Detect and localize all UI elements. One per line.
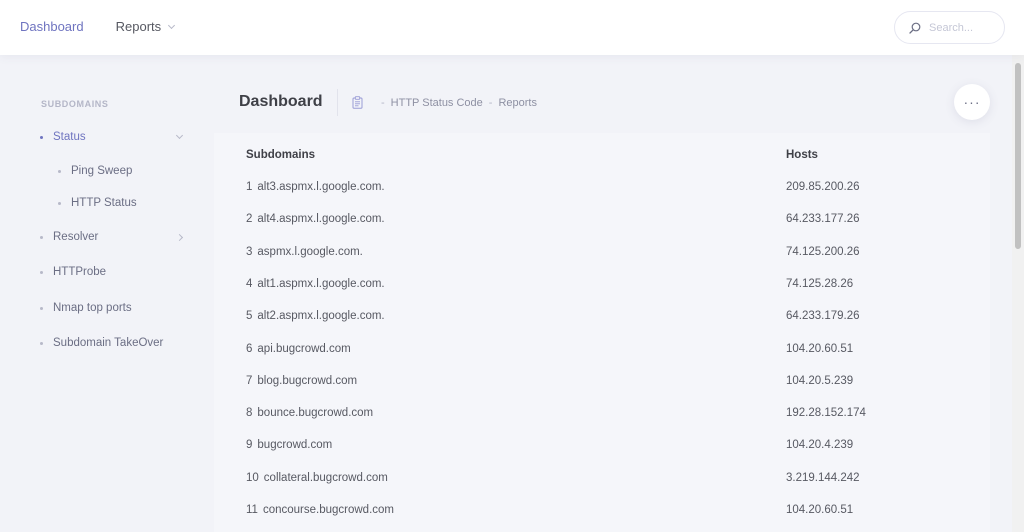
table-row: 9 bugcrowd.com 104.20.4.239 xyxy=(246,439,946,457)
bullet-icon xyxy=(40,270,43,274)
top-header: Dashboard Reports xyxy=(0,0,1024,55)
sidebar-item-status[interactable]: Status xyxy=(40,131,190,143)
page-scrollbar[interactable] xyxy=(1012,55,1024,532)
bullet-icon xyxy=(58,169,61,173)
row-index: 8 xyxy=(246,407,253,419)
row-index: 4 xyxy=(246,278,253,290)
sidebar-section-title: SUBDOMAINS xyxy=(41,99,109,109)
chevron-down-icon xyxy=(168,21,176,29)
sidebar-item-subdomain-takeover[interactable]: Subdomain TakeOver xyxy=(40,337,190,349)
table-row: 10 collateral.bugcrowd.com 3.219.144.242 xyxy=(246,472,946,490)
search-icon xyxy=(909,22,921,34)
host-cell: 64.233.179.26 xyxy=(786,310,860,322)
bullet-icon xyxy=(40,306,43,310)
table-row: 4 alt1.aspmx.l.google.com. 74.125.28.26 xyxy=(246,278,946,296)
subdomain-cell: api.bugcrowd.com xyxy=(257,343,351,355)
table-row: 5 alt2.aspmx.l.google.com. 64.233.179.26 xyxy=(246,310,946,328)
search-box[interactable] xyxy=(894,11,1005,44)
sidebar-item-label: Subdomain TakeOver xyxy=(53,337,164,349)
breadcrumb: - HTTP Status Code - Reports xyxy=(352,96,537,109)
subdomain-cell: blog.bugcrowd.com xyxy=(257,375,358,387)
breadcrumb-link-http-status-code[interactable]: HTTP Status Code xyxy=(391,97,483,109)
subdomain-cell: aspmx.l.google.com. xyxy=(257,246,363,258)
column-header-subdomains: Subdomains xyxy=(246,149,316,161)
host-cell: 74.125.28.26 xyxy=(786,278,854,290)
row-index: 3 xyxy=(246,246,253,258)
column-header-hosts: Hosts xyxy=(786,149,818,161)
subdomain-cell: bounce.bugcrowd.com xyxy=(257,407,374,419)
subdomain-cell: bugcrowd.com xyxy=(257,439,333,451)
table-row: 1 alt3.aspmx.l.google.com. 209.85.200.26 xyxy=(246,181,946,199)
sidebar-item-label: Ping Sweep xyxy=(71,165,133,177)
row-index: 10 xyxy=(246,472,259,484)
sidebar-item-label: Nmap top ports xyxy=(53,302,132,314)
host-cell: 74.125.200.26 xyxy=(786,246,860,258)
search-input[interactable] xyxy=(929,21,997,34)
subdomain-cell: alt1.aspmx.l.google.com. xyxy=(257,278,385,290)
subdomain-cell: collateral.bugcrowd.com xyxy=(263,472,388,484)
table-row: 6 api.bugcrowd.com 104.20.60.51 xyxy=(246,343,946,361)
row-index: 6 xyxy=(246,343,253,355)
host-cell: 3.219.144.242 xyxy=(786,472,860,484)
top-nav: Dashboard Reports xyxy=(20,19,206,34)
bullet-icon xyxy=(40,341,43,345)
sidebar-item-label: Resolver xyxy=(53,231,99,243)
sidebar-item-http-status[interactable]: HTTP Status xyxy=(58,197,208,209)
sidebar: SUBDOMAINS Status Ping Sweep HTTP Status… xyxy=(0,55,213,532)
table-row: 11 concourse.bugcrowd.com 104.20.60.51 xyxy=(246,504,946,522)
page-title: Dashboard xyxy=(239,93,323,110)
nav-dashboard[interactable]: Dashboard xyxy=(20,19,84,34)
bullet-icon xyxy=(40,135,43,139)
more-options-button[interactable]: ··· xyxy=(954,84,990,120)
subdomain-cell: alt2.aspmx.l.google.com. xyxy=(257,310,385,322)
table-row: 2 alt4.aspmx.l.google.com. 64.233.177.26 xyxy=(246,213,946,231)
divider xyxy=(337,89,338,116)
subdomains-table: Subdomains Hosts 1 alt3.aspmx.l.google.co… xyxy=(214,133,990,532)
sidebar-item-httprobe[interactable]: HTTProbe xyxy=(40,266,190,278)
nav-reports[interactable]: Reports xyxy=(115,19,176,34)
chevron-right-icon xyxy=(175,233,184,241)
bullet-icon xyxy=(58,201,61,205)
host-cell: 104.20.5.239 xyxy=(786,375,854,387)
bullet-icon xyxy=(40,235,43,239)
sidebar-item-resolver[interactable]: Resolver xyxy=(40,231,190,243)
row-index: 5 xyxy=(246,310,253,322)
main-content: Dashboard - HTTP Status Code - Reports ·… xyxy=(214,55,1012,532)
row-index: 1 xyxy=(246,181,253,193)
row-index: 11 xyxy=(246,504,258,516)
subdomain-cell: alt3.aspmx.l.google.com. xyxy=(257,181,385,193)
scrollbar-thumb[interactable] xyxy=(1015,63,1021,249)
sidebar-item-label: HTTProbe xyxy=(53,266,107,278)
table-row: 8 bounce.bugcrowd.com 192.28.152.174 xyxy=(246,407,946,425)
subdomain-cell: concourse.bugcrowd.com xyxy=(262,504,394,516)
chevron-down-icon xyxy=(175,131,184,140)
sidebar-item-ping-sweep[interactable]: Ping Sweep xyxy=(58,165,208,177)
nav-reports-label: Reports xyxy=(115,19,162,34)
host-cell: 104.20.60.51 xyxy=(786,343,854,355)
sidebar-item-nmap-top-ports[interactable]: Nmap top ports xyxy=(40,302,190,314)
table-row: 7 blog.bugcrowd.com 104.20.5.239 xyxy=(246,375,946,393)
nav-dashboard-label: Dashboard xyxy=(20,19,84,34)
row-index: 9 xyxy=(246,439,253,451)
sidebar-item-label: Status xyxy=(53,131,86,143)
breadcrumb-separator: - xyxy=(381,96,385,109)
table-row: 3 aspmx.l.google.com. 74.125.200.26 xyxy=(246,246,946,264)
host-cell: 192.28.152.174 xyxy=(786,407,866,419)
sidebar-item-label: HTTP Status xyxy=(71,197,137,209)
host-cell: 64.233.177.26 xyxy=(786,213,860,225)
more-icon: ··· xyxy=(963,94,981,110)
host-cell: 104.20.4.239 xyxy=(786,439,854,451)
breadcrumb-link-reports[interactable]: Reports xyxy=(498,97,537,109)
row-index: 2 xyxy=(246,213,253,225)
breadcrumb-separator: - xyxy=(488,96,493,109)
host-cell: 104.20.60.51 xyxy=(786,504,854,516)
host-cell: 209.85.200.26 xyxy=(786,181,860,193)
clipboard-icon xyxy=(352,96,363,109)
row-index: 7 xyxy=(246,375,253,387)
subdomain-cell: alt4.aspmx.l.google.com. xyxy=(257,213,385,225)
